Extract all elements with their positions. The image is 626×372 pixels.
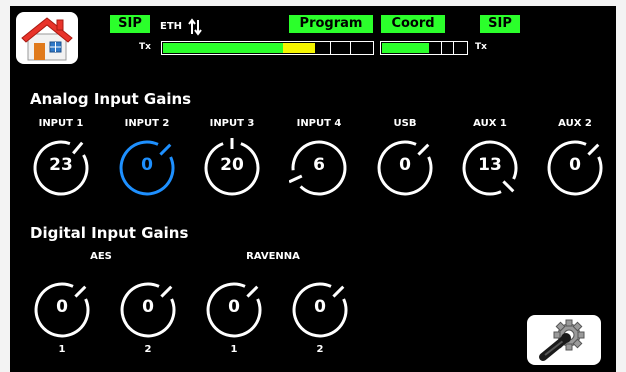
analog-gain-knob[interactable]: INPUT 1 23 <box>22 118 100 230</box>
analog-input-label: AUX 1 <box>473 118 507 129</box>
digital-gain-knob[interactable]: 01 <box>32 280 92 370</box>
gain-value: 20 <box>220 155 244 175</box>
gain-value: 23 <box>49 155 73 175</box>
sip-status-badge-right: SIP <box>480 15 520 33</box>
program-badge: Program <box>289 15 373 33</box>
digital-gain-knob[interactable]: 02 <box>290 280 350 370</box>
gain-value: 0 <box>141 155 153 175</box>
analog-input-label: INPUT 4 <box>296 118 342 129</box>
analog-gain-knob[interactable]: USB 0 <box>366 118 444 230</box>
house-icon <box>21 17 73 61</box>
analog-input-label: INPUT 2 <box>124 118 170 129</box>
eth-label: ETH <box>160 21 183 32</box>
wrench-gear-icon <box>539 319 585 361</box>
sip-status-badge: SIP <box>110 15 150 33</box>
digital-input-number: 1 <box>58 344 66 355</box>
analog-section-title: Analog Input Gains <box>30 90 192 108</box>
analog-input-label: INPUT 3 <box>209 118 255 129</box>
digital-gain-knob[interactable]: 01 <box>204 280 264 370</box>
tx-label-right: Tx <box>475 42 487 52</box>
analog-gain-knob[interactable]: INPUT 3 20 <box>193 118 271 230</box>
analog-input-label: AUX 2 <box>558 118 592 129</box>
gain-value: 0 <box>228 297 240 317</box>
digital-section-title: Digital Input Gains <box>30 224 189 242</box>
gain-value: 0 <box>56 297 68 317</box>
gain-value: 0 <box>142 297 154 317</box>
gain-value: 0 <box>314 297 326 317</box>
analog-gain-knob[interactable]: AUX 2 0 <box>536 118 614 230</box>
digital-gain-knob[interactable]: 02 <box>118 280 178 370</box>
gain-value: 13 <box>478 155 502 175</box>
settings-button[interactable] <box>527 315 601 365</box>
tx-label-left: Tx <box>139 42 151 52</box>
tx-level-meter-right <box>380 41 468 55</box>
analog-gain-knob[interactable]: INPUT 4 6 <box>280 118 358 230</box>
ravenna-group-label: RAVENNA <box>246 251 300 262</box>
gain-value: 0 <box>399 155 411 175</box>
aes-group-label: AES <box>90 251 112 262</box>
analog-gain-knob[interactable]: AUX 1 13 <box>451 118 529 230</box>
analog-input-label: USB <box>393 118 417 129</box>
coord-badge: Coord <box>381 15 445 33</box>
gain-value: 6 <box>313 155 325 175</box>
up-down-arrows-icon <box>188 18 202 36</box>
screen: SIP ETH Program Coord SIP Tx Tx Analog I… <box>10 6 616 372</box>
digital-input-number: 2 <box>316 344 324 355</box>
gain-value: 0 <box>569 155 581 175</box>
tx-level-meter-left <box>161 41 374 55</box>
home-button[interactable] <box>16 12 78 64</box>
digital-input-number: 1 <box>230 344 238 355</box>
digital-input-number: 2 <box>144 344 152 355</box>
analog-gain-knob[interactable]: INPUT 2 0 <box>108 118 186 230</box>
analog-input-label: INPUT 1 <box>38 118 84 129</box>
